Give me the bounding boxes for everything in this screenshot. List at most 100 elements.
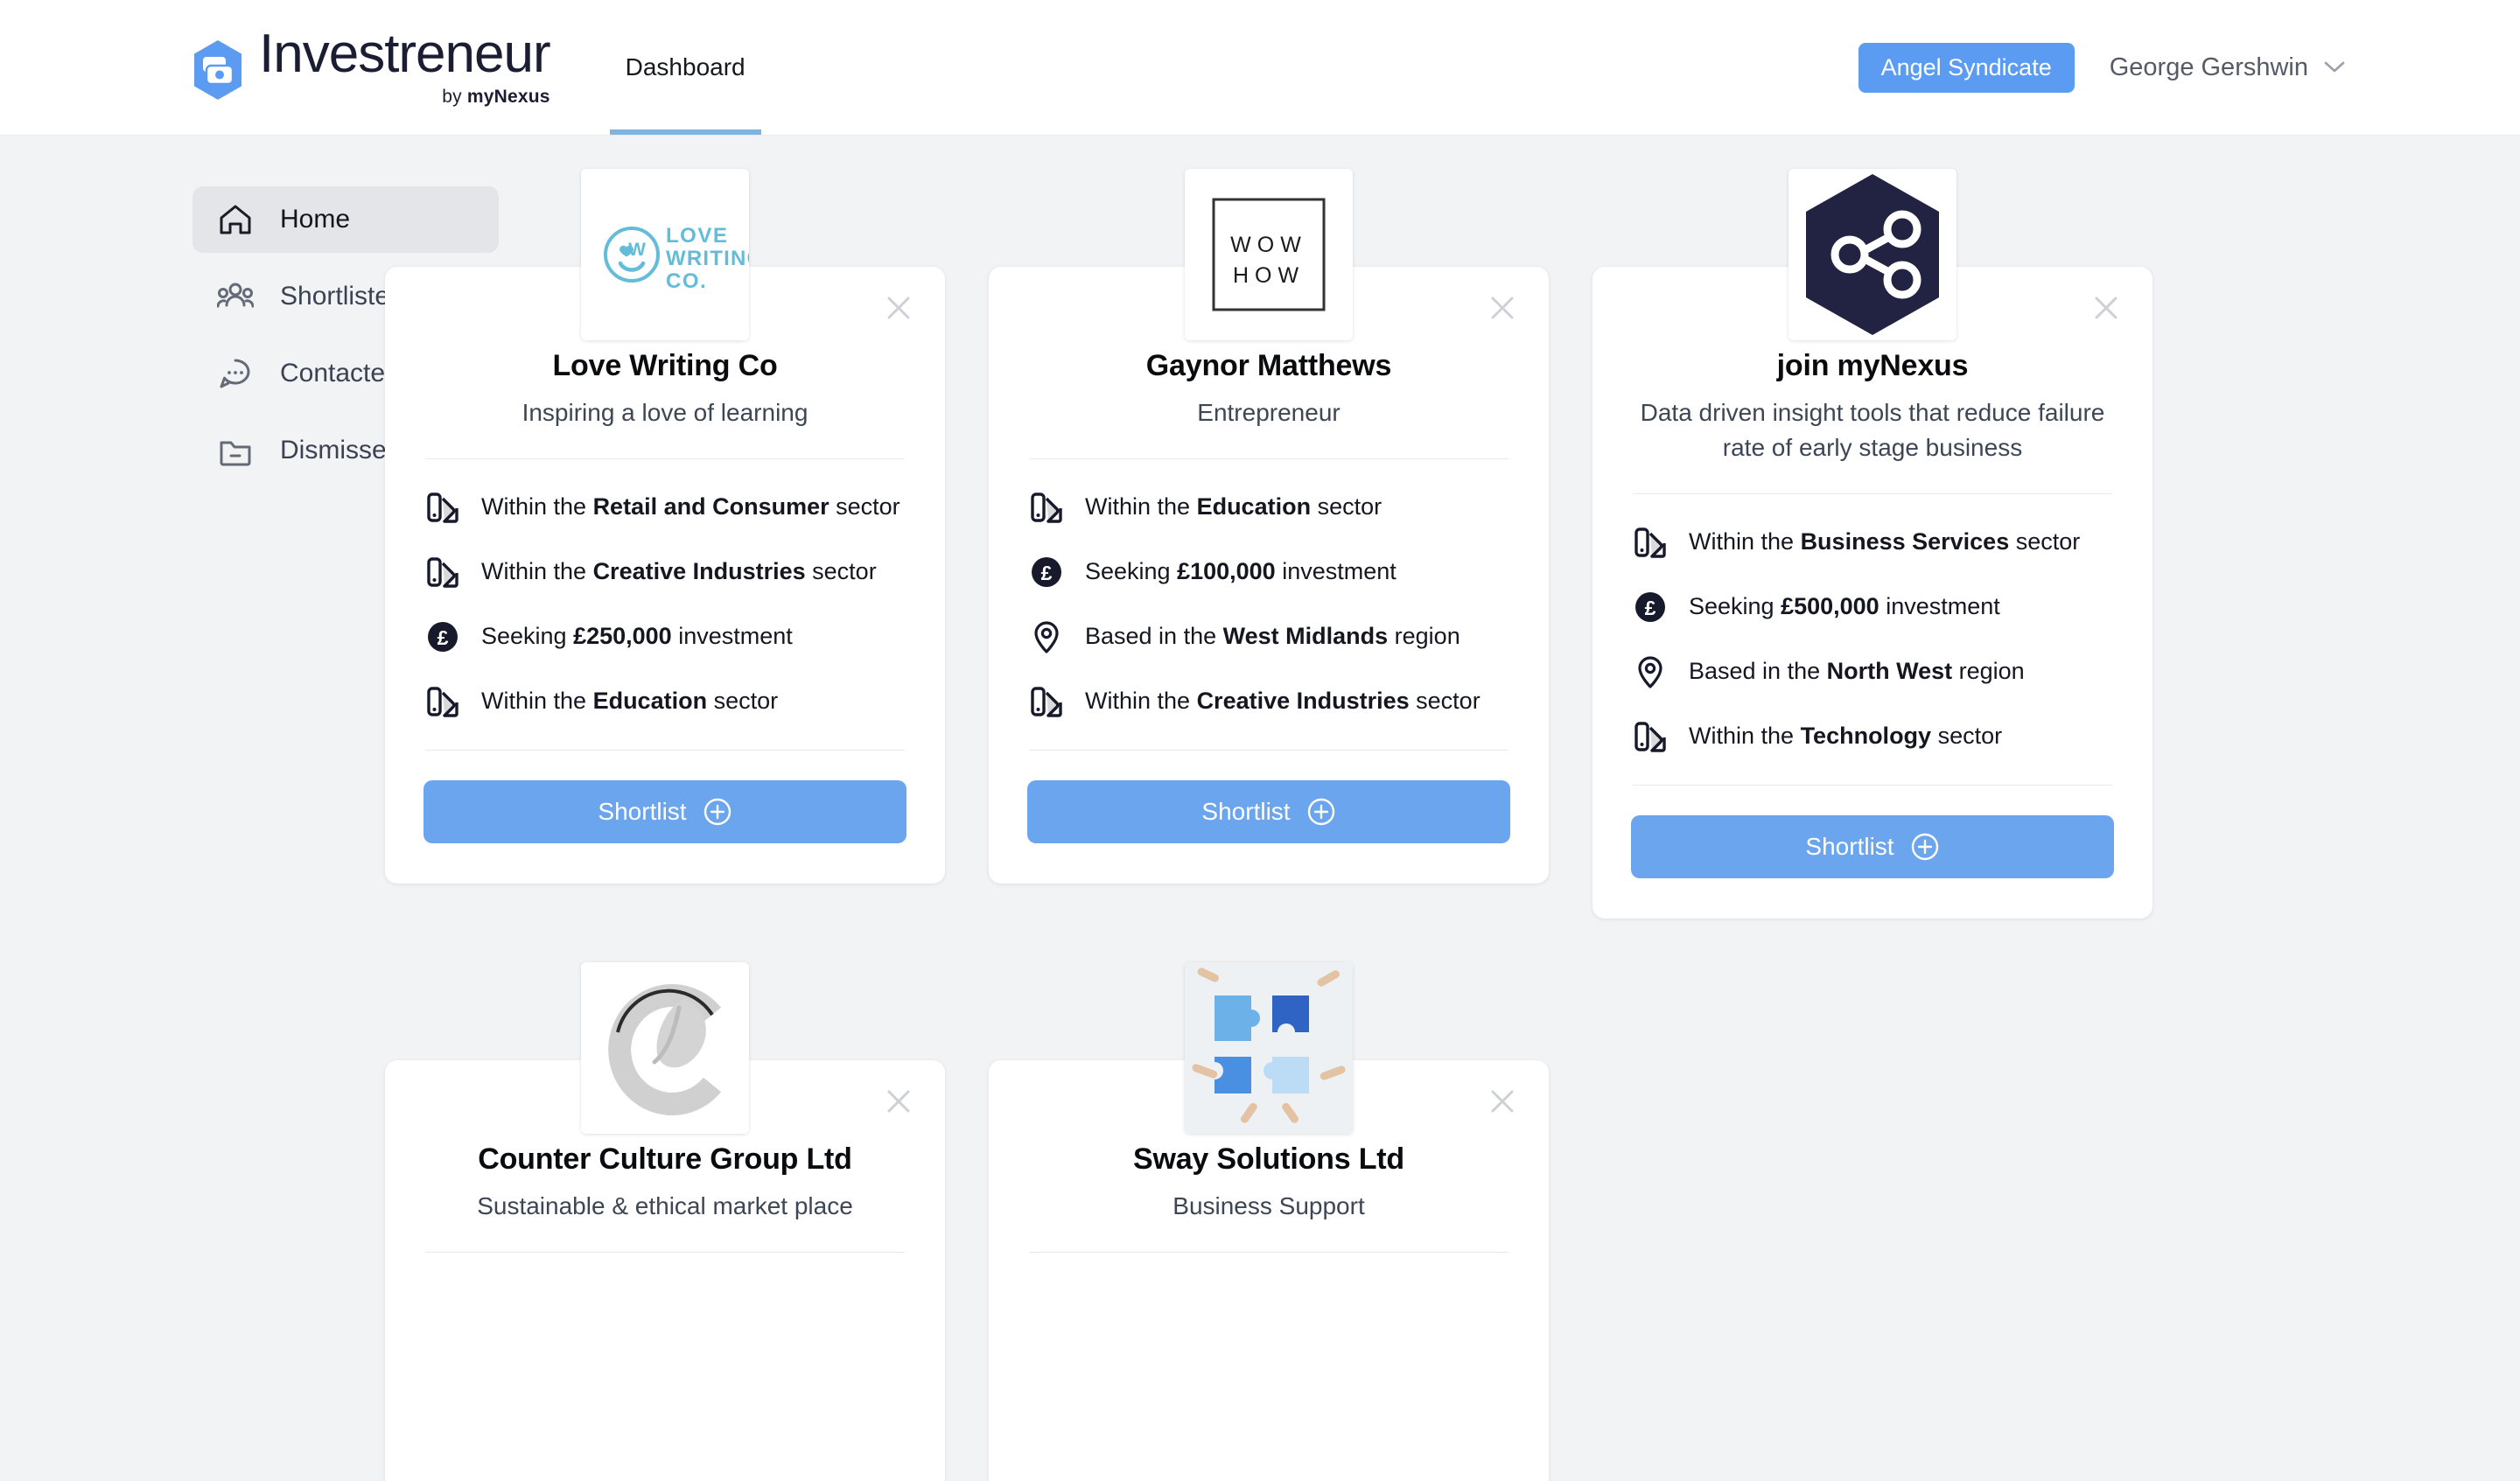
- plus-circle-icon: [704, 798, 731, 826]
- close-icon[interactable]: [1486, 291, 1519, 325]
- money-hexagon-icon: [194, 40, 242, 100]
- attribute-text: Within the Retail and Consumer sector: [481, 493, 900, 520]
- brand-subtitle: by myNexus: [442, 87, 550, 107]
- opportunity-card[interactable]: join myNexus Data driven insight tools t…: [1592, 267, 2152, 919]
- sidebar-item-label: Home: [280, 205, 351, 234]
- attribute-list: Within the Business Services sector £ Se…: [1631, 494, 2114, 757]
- attribute-row: Within the Technology sector: [1633, 715, 2112, 757]
- attribute-text: Seeking £100,000 investment: [1085, 558, 1396, 584]
- sector-swatch-icon: [1031, 687, 1062, 717]
- attribute-text: Based in the North West region: [1689, 658, 2025, 684]
- plus-circle-icon: [1307, 798, 1334, 826]
- company-logo: W LOVE WRITING CO.: [581, 169, 749, 340]
- pound-coin-icon: £: [1032, 557, 1061, 587]
- close-icon[interactable]: [2090, 291, 2123, 325]
- sidebar: Home Shortlisted Contacted Dismissed: [0, 136, 499, 1481]
- shortlist-label: Shortlist: [1201, 798, 1291, 825]
- people-group-icon: [217, 283, 254, 308]
- svg-text:W: W: [628, 240, 646, 260]
- opportunity-card-wrapper: WOW HOW Gaynor Matthews Entrepreneur Wit…: [989, 169, 1549, 919]
- close-icon[interactable]: [1486, 1085, 1519, 1118]
- company-tagline: Inspiring a love of learning: [522, 399, 808, 426]
- company-tagline: Data driven insight tools that reduce fa…: [1640, 399, 2105, 461]
- attribute-row: Based in the West Midlands region: [1029, 615, 1508, 657]
- header-actions: Angel Syndicate George Gershwin: [1858, 42, 2345, 93]
- attribute-row: Within the Education sector: [425, 680, 905, 722]
- svg-text:£: £: [1645, 597, 1656, 619]
- brand-name: Investreneur: [259, 24, 551, 84]
- company-name: Sway Solutions Ltd: [1133, 1142, 1404, 1176]
- opportunity-card[interactable]: Love Writing Co Inspiring a love of lear…: [385, 267, 945, 884]
- company-logo: [581, 962, 749, 1134]
- folder-minus-icon: [220, 441, 251, 466]
- shortlist-button[interactable]: Shortlist: [1631, 815, 2114, 878]
- opportunity-grid-row-2: Counter Culture Group Ltd Sustainable & …: [385, 962, 2520, 1481]
- company-logo: [1185, 962, 1353, 1134]
- opportunity-grid-row-1: W LOVE WRITING CO. Love Writing Co Inspi…: [385, 169, 2520, 919]
- angel-syndicate-button[interactable]: Angel Syndicate: [1858, 42, 2075, 93]
- company-tagline: Entrepreneur: [1197, 399, 1340, 426]
- user-name: George Gershwin: [2109, 52, 2308, 81]
- attribute-row: Within the Creative Industries sector: [425, 550, 905, 592]
- company-name: Love Writing Co: [552, 349, 778, 382]
- attribute-text: Within the Business Services sector: [1689, 528, 2081, 555]
- main-nav: Dashboard: [609, 0, 761, 135]
- pound-coin-icon: £: [428, 622, 458, 652]
- user-menu[interactable]: George Gershwin: [2110, 53, 2345, 82]
- attribute-row: £ Seeking £100,000 investment: [1029, 550, 1508, 592]
- company-tagline: Sustainable & ethical market place: [477, 1192, 853, 1219]
- shortlist-label: Shortlist: [598, 798, 687, 825]
- attribute-row: £ Seeking £500,000 investment: [1633, 585, 2112, 627]
- company-logo: [1788, 169, 1956, 340]
- attribute-text: Within the Education sector: [1085, 493, 1382, 520]
- svg-text:£: £: [1041, 562, 1053, 584]
- attribute-row: Within the Creative Industries sector: [1029, 680, 1508, 722]
- home-icon: [220, 205, 251, 234]
- sector-swatch-icon: [1634, 722, 1666, 752]
- pound-coin-icon: £: [1635, 592, 1665, 622]
- opportunity-card-wrapper: Sway Solutions Ltd Business Support: [989, 962, 1549, 1481]
- attribute-text: Within the Creative Industries sector: [481, 558, 877, 584]
- app-header: Investreneur by myNexus Dashboard Angel …: [0, 0, 2520, 136]
- location-pin-icon: [1638, 656, 1662, 688]
- sector-swatch-icon: [427, 687, 458, 717]
- card-divider: [425, 750, 905, 751]
- love-writing-co-logo: W LOVE WRITING CO.: [581, 169, 749, 340]
- page-body: Home Shortlisted Contacted Dismissed W L…: [0, 136, 2520, 1481]
- chat-bubble-icon: [220, 359, 250, 388]
- company-name: Counter Culture Group Ltd: [478, 1142, 852, 1176]
- svg-text:WOW: WOW: [1230, 233, 1307, 257]
- card-divider: [1633, 785, 2112, 786]
- card-divider: [1029, 750, 1508, 751]
- shortlist-button[interactable]: Shortlist: [1027, 780, 1510, 843]
- plus-circle-icon: [1911, 833, 1938, 861]
- card-divider: [1029, 1252, 1508, 1253]
- svg-text:WRITING: WRITING: [666, 247, 749, 270]
- brand-logo[interactable]: Investreneur by myNexus: [191, 24, 551, 108]
- dashboard-content: W LOVE WRITING CO. Love Writing Co Inspi…: [385, 136, 2520, 1481]
- attribute-text: Within the Creative Industries sector: [1085, 688, 1480, 714]
- svg-text:£: £: [438, 626, 449, 649]
- close-icon[interactable]: [882, 1085, 915, 1118]
- svg-text:CO.: CO.: [666, 269, 707, 293]
- chevron-down-icon: [2324, 61, 2345, 73]
- attribute-row: £ Seeking £250,000 investment: [425, 615, 905, 657]
- attribute-row: Within the Retail and Consumer sector: [425, 486, 905, 527]
- wow-how-logo: WOW HOW: [1185, 169, 1353, 340]
- attribute-text: Based in the West Midlands region: [1085, 623, 1460, 649]
- attribute-text: Within the Technology sector: [1689, 723, 2003, 749]
- sector-swatch-icon: [427, 493, 458, 523]
- opportunity-card[interactable]: Gaynor Matthews Entrepreneur Within the …: [989, 267, 1549, 884]
- close-icon[interactable]: [882, 291, 915, 325]
- sector-swatch-icon: [427, 557, 458, 588]
- sidebar-item-label: Contacted: [280, 359, 400, 388]
- attribute-text: Seeking £250,000 investment: [481, 623, 793, 649]
- sidebar-item-label: Dismissed: [280, 436, 402, 465]
- opportunity-card-wrapper: W LOVE WRITING CO. Love Writing Co Inspi…: [385, 169, 945, 919]
- attribute-text: Seeking £500,000 investment: [1689, 593, 2000, 619]
- opportunity-card-wrapper: Counter Culture Group Ltd Sustainable & …: [385, 962, 945, 1481]
- shortlist-button[interactable]: Shortlist: [424, 780, 906, 843]
- attribute-row: Within the Business Services sector: [1633, 520, 2112, 562]
- company-name: join myNexus: [1776, 349, 1969, 382]
- tab-dashboard[interactable]: Dashboard: [609, 0, 761, 135]
